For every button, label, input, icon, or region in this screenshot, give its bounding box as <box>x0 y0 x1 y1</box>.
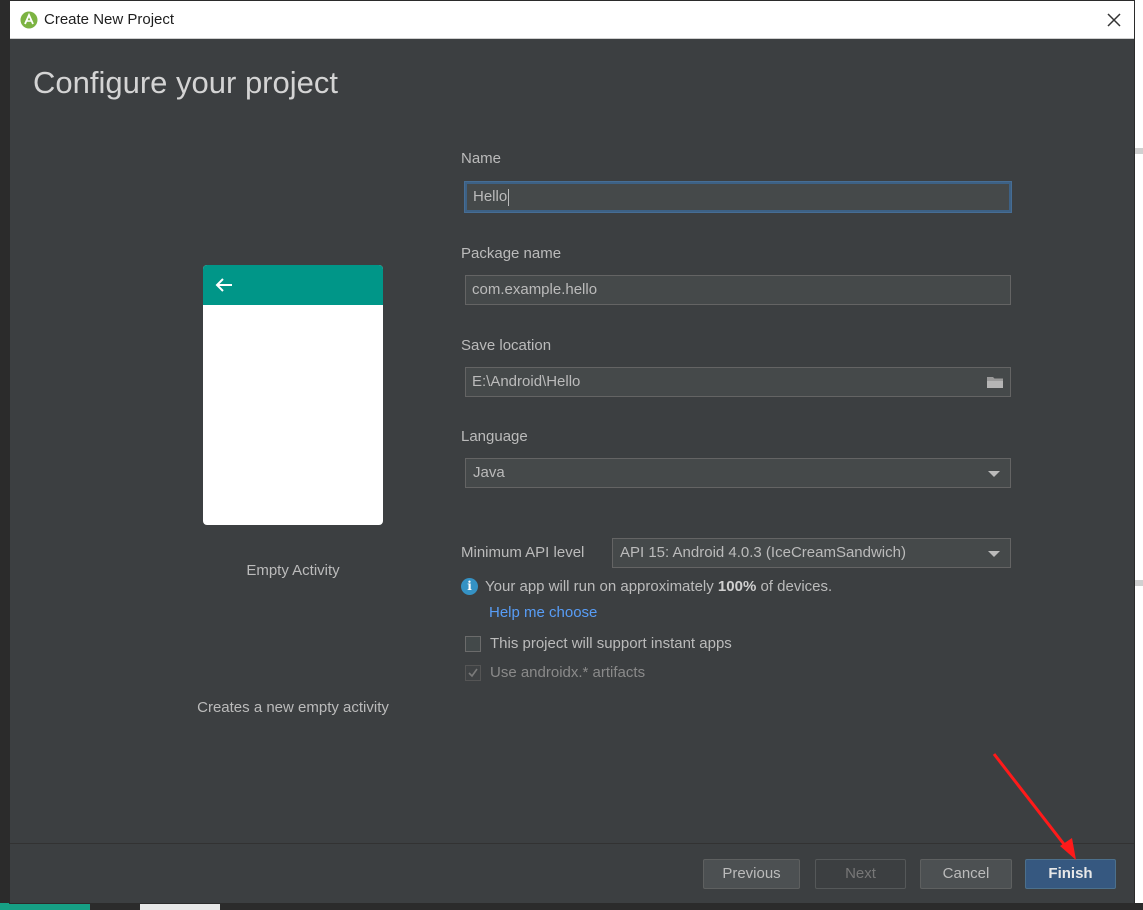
background-bottom <box>0 903 1143 910</box>
save-location-input[interactable]: E:\Android\Hello <box>465 367 1011 397</box>
text-caret <box>508 188 510 206</box>
footer-divider <box>10 843 1134 844</box>
create-project-dialog: Create New Project Configure your projec… <box>9 0 1135 904</box>
instant-apps-option[interactable]: This project will support instant apps <box>465 635 732 652</box>
background-right <box>1134 0 1143 910</box>
coverage-text-prefix: Your app will run on approximately <box>485 578 718 595</box>
title-bar: Create New Project <box>10 1 1134 39</box>
min-api-select[interactable]: API 15: Android 4.0.3 (IceCreamSandwich) <box>612 538 1011 568</box>
package-name-input[interactable]: com.example.hello <box>465 275 1011 305</box>
info-icon: i <box>461 578 478 595</box>
back-arrow-icon <box>215 278 232 292</box>
chevron-down-icon <box>988 471 1000 477</box>
package-name-label: Package name <box>461 245 562 262</box>
finish-button[interactable]: Finish <box>1025 859 1116 889</box>
min-api-label: Minimum API level <box>461 544 585 561</box>
template-app-bar <box>203 265 383 305</box>
instant-apps-label: This project will support instant apps <box>490 635 732 652</box>
name-label: Name <box>461 150 502 167</box>
language-label: Language <box>461 428 528 445</box>
next-button[interactable]: Next <box>815 859 906 889</box>
template-description: Creates a new empty activity <box>197 699 389 716</box>
coverage-text-suffix: of devices. <box>756 578 833 595</box>
close-icon <box>1107 13 1121 27</box>
androidx-label: Use androidx.* artifacts <box>490 664 646 681</box>
window-title: Create New Project <box>44 11 175 28</box>
page-title: Configure your project <box>33 65 338 100</box>
chevron-down-icon <box>988 551 1000 557</box>
instant-apps-checkbox[interactable] <box>465 635 481 652</box>
cancel-button[interactable]: Cancel <box>920 859 1012 889</box>
name-input[interactable]: Hello <box>465 182 1011 212</box>
previous-button[interactable]: Previous <box>703 859 800 889</box>
save-location-label: Save location <box>461 337 552 354</box>
device-coverage-info: i Your app will run on approximately 100… <box>461 578 832 595</box>
template-preview <box>203 265 383 525</box>
close-button[interactable] <box>1100 7 1128 33</box>
androidx-checkbox <box>465 664 481 681</box>
help-me-choose-link[interactable]: Help me choose <box>489 604 597 621</box>
template-name: Empty Activity <box>246 562 340 579</box>
language-select[interactable]: Java <box>465 458 1011 488</box>
coverage-percent: 100% <box>717 578 757 595</box>
android-studio-icon <box>20 11 38 29</box>
androidx-option: Use androidx.* artifacts <box>465 664 645 681</box>
checkmark-icon <box>468 668 478 677</box>
folder-icon[interactable] <box>986 375 1004 389</box>
